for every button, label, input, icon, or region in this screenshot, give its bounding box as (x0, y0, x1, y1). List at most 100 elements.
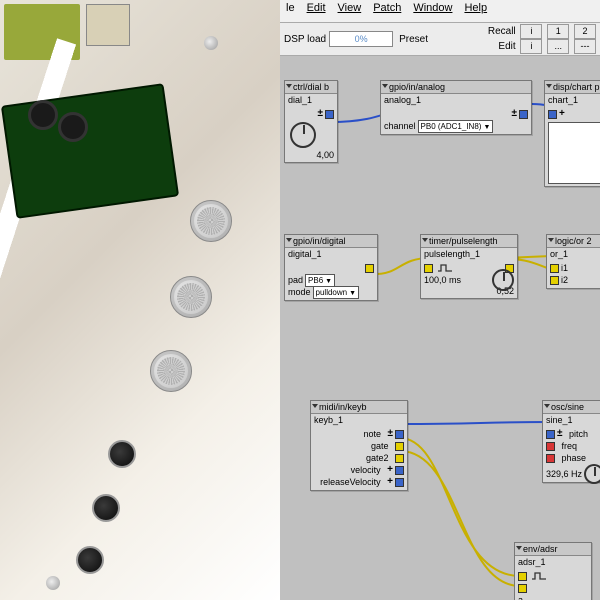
pulse-dial[interactable] (492, 269, 514, 291)
inlet-port[interactable] (548, 110, 557, 119)
edit-label: Edit (498, 41, 515, 52)
i1-label: i1 (561, 263, 568, 273)
chart-display (548, 122, 600, 184)
outlet-gate2[interactable] (395, 454, 404, 463)
outlet-rvel[interactable] (395, 478, 404, 487)
outlet-port[interactable] (365, 264, 374, 273)
node-adsr[interactable]: env/adsr adsr_1 a 97,08 ms (514, 542, 592, 600)
node-name[interactable]: adsr_1 (515, 556, 591, 568)
node-type-label: timer/pulselength (429, 236, 498, 246)
node-name[interactable]: pulselength_1 (421, 248, 517, 260)
node-name[interactable]: analog_1 (381, 94, 531, 106)
inlet-gate[interactable] (518, 572, 527, 581)
menu-bar: le Edit View Patch Window Help (280, 0, 600, 23)
outlet-port[interactable] (519, 110, 528, 119)
node-digital[interactable]: gpio/in/digital digital_1 padPB6 modepul… (284, 234, 378, 301)
recall-1-button[interactable]: 1 (547, 24, 569, 39)
inlet-phase[interactable] (546, 454, 555, 463)
triangle-icon (382, 84, 388, 88)
node-name[interactable]: digital_1 (285, 248, 377, 260)
node-or[interactable]: logic/or 2 or_1 i1 i2 (546, 234, 600, 289)
menu-edit[interactable]: Edit (307, 2, 326, 20)
node-name[interactable]: sine_1 (543, 414, 600, 426)
triangle-icon (286, 238, 292, 242)
dev-board (3, 85, 177, 216)
edit-dots-button[interactable]: ... (547, 39, 569, 54)
menu-file[interactable]: le (286, 2, 295, 20)
outlet-note[interactable] (395, 430, 404, 439)
node-pulselength[interactable]: timer/pulselength pulselength_1 100,0 ms… (420, 234, 518, 299)
patch-canvas[interactable]: ctrl/dial b dial_1 ± 4,00 gpio/in/analog… (280, 56, 600, 600)
rotary-knob-icon (170, 276, 212, 318)
bipolar-icon: ± (512, 110, 518, 118)
recall-label: Recall (488, 26, 516, 37)
sine-hz: 329,6 Hz (546, 469, 582, 479)
node-keyb[interactable]: midi/in/keyb keyb_1 note ± gate gate2 ve… (310, 400, 408, 491)
small-knob-icon (76, 546, 104, 574)
node-dial[interactable]: ctrl/dial b dial_1 ± 4,00 (284, 80, 338, 163)
bipolar-icon: ± (318, 110, 324, 118)
node-type-label: logic/or 2 (555, 236, 592, 246)
pulse-icon (531, 571, 547, 581)
small-knob-icon (108, 440, 136, 468)
gate-label: gate (371, 441, 389, 451)
pad-label: pad (288, 275, 303, 285)
audio-jack-icon (28, 100, 58, 130)
node-name[interactable]: or_1 (547, 248, 600, 260)
menu-view[interactable]: View (338, 2, 362, 20)
triangle-icon (516, 546, 522, 550)
inlet-pitch[interactable] (546, 430, 555, 439)
triangle-icon (312, 404, 318, 408)
unipolar-icon: + (559, 110, 565, 118)
node-type-label: env/adsr (523, 544, 558, 554)
pitch-label: pitch (569, 429, 588, 439)
dsp-load-label: DSP load (284, 34, 326, 45)
node-type-label: ctrl/dial b (293, 82, 329, 92)
rotary-knob-icon (150, 350, 192, 392)
adsr-a-label: a (518, 595, 523, 600)
mode-select[interactable]: pulldown (313, 286, 360, 299)
triangle-icon (548, 238, 554, 242)
node-name[interactable]: keyb_1 (311, 414, 407, 426)
dial-value: 4,00 (288, 150, 334, 160)
preset-label: Preset (399, 34, 428, 45)
hardware-photo (0, 0, 280, 600)
outlet-port[interactable] (325, 110, 334, 119)
node-chart[interactable]: disp/chart p chart_1 + (544, 80, 600, 187)
inlet-port[interactable] (424, 264, 433, 273)
screw-box (86, 4, 130, 46)
unipolar-icon: + (387, 466, 393, 474)
patcher-window: le Edit View Patch Window Help DSP load … (280, 0, 600, 600)
dial-knob[interactable] (290, 122, 316, 148)
inlet-i2[interactable] (550, 276, 559, 285)
edit-dash-button[interactable]: --- (574, 39, 596, 54)
recall-2-button[interactable]: 2 (574, 24, 596, 39)
mode-label: mode (288, 287, 311, 297)
node-name[interactable]: dial_1 (285, 94, 337, 106)
node-name[interactable]: chart_1 (545, 94, 600, 106)
freq-label: freq (562, 441, 578, 451)
small-knob-icon (92, 494, 120, 522)
channel-select[interactable]: PB0 (ADC1_IN8) (418, 120, 494, 133)
menu-window[interactable]: Window (413, 2, 452, 20)
node-sine[interactable]: osc/sine sine_1 ± pitch freq phase 329,6… (542, 400, 600, 483)
inlet-i1[interactable] (550, 264, 559, 273)
outlet-velocity[interactable] (395, 466, 404, 475)
edit-i-button[interactable]: i (520, 39, 542, 54)
node-type-label: gpio/in/analog (389, 82, 445, 92)
menu-patch[interactable]: Patch (373, 2, 401, 20)
outlet-gate[interactable] (395, 442, 404, 451)
triangle-icon (286, 84, 292, 88)
menu-help[interactable]: Help (464, 2, 487, 20)
node-analog[interactable]: gpio/in/analog analog_1 ± channelPB0 (AD… (380, 80, 532, 135)
inlet-retrig[interactable] (518, 584, 527, 593)
sine-dial[interactable] (584, 464, 600, 484)
recall-i-button[interactable]: i (520, 24, 542, 39)
inlet-freq[interactable] (546, 442, 555, 451)
channel-label: channel (384, 121, 416, 131)
node-type-label: gpio/in/digital (293, 236, 346, 246)
pulse-time: 100,0 ms (424, 275, 461, 285)
note-label: note (363, 429, 381, 439)
node-type-label: disp/chart p (553, 82, 600, 92)
triangle-icon (422, 238, 428, 242)
